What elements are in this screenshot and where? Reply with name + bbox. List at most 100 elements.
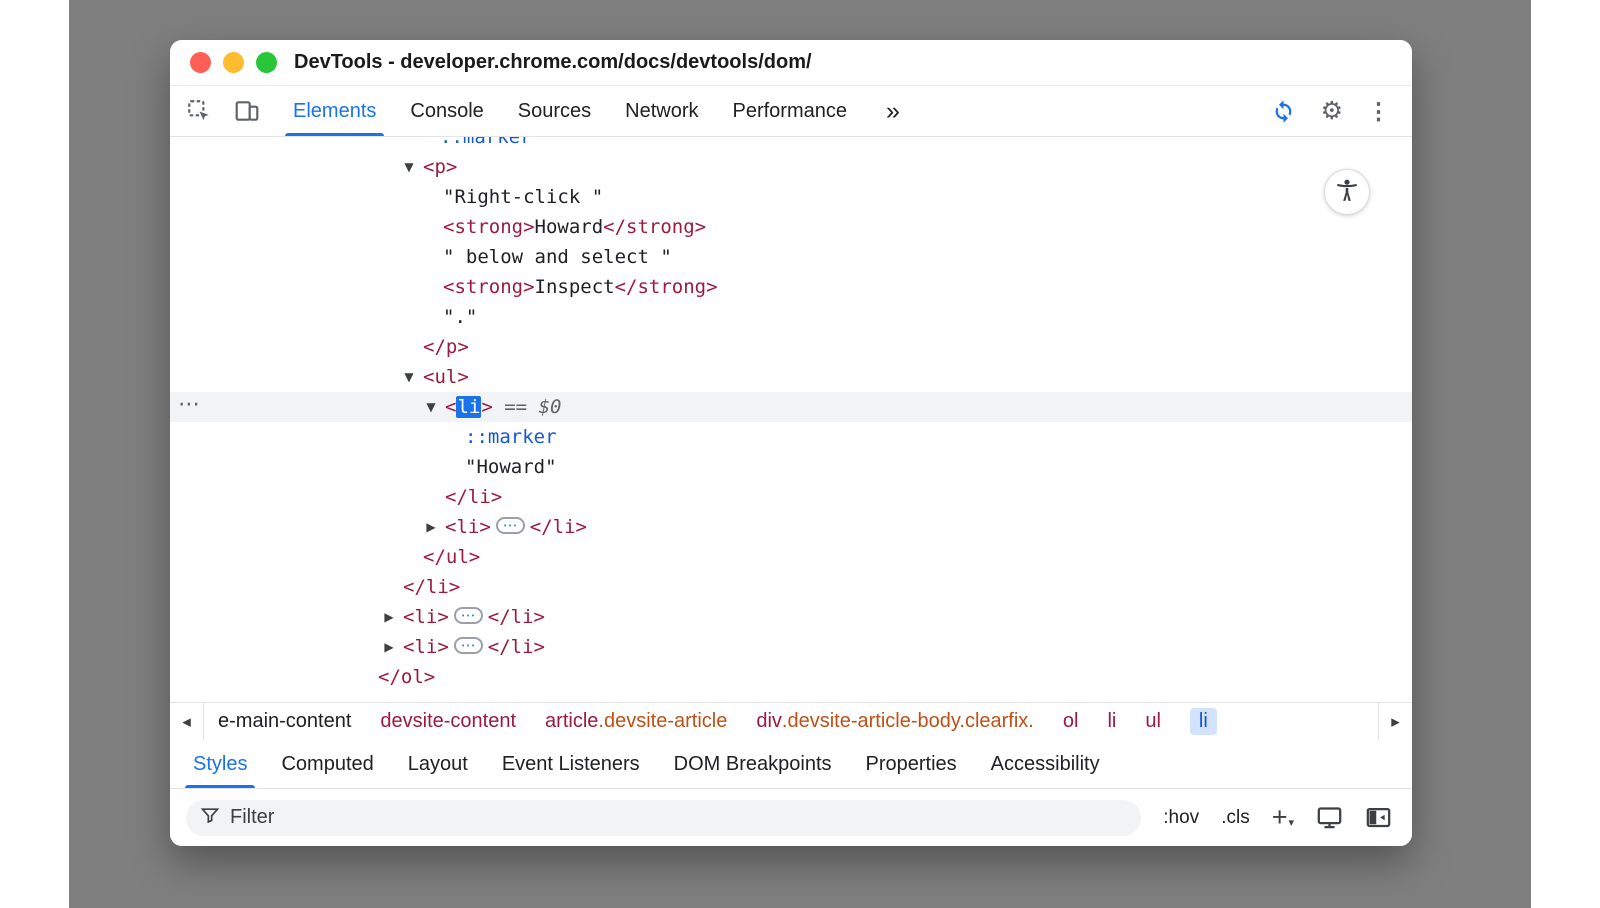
window-titlebar: DevTools - developer.chrome.com/docs/dev… xyxy=(170,40,1412,86)
dom-segment-string: " below and select " xyxy=(443,246,672,268)
breadcrumb-part: e-main-content xyxy=(218,710,351,733)
close-button[interactable] xyxy=(190,52,211,73)
styles-filter-bar: :hov .cls +▾ xyxy=(170,789,1412,846)
breadcrumb-part: ul xyxy=(1145,710,1161,733)
dom-segment-marker: ::marker xyxy=(440,137,532,148)
zoom-button[interactable] xyxy=(256,52,277,73)
device-toolbar-icon[interactable] xyxy=(234,98,260,124)
more-tabs-button[interactable]: » xyxy=(870,86,916,136)
breadcrumb-item[interactable]: article.devsite-article xyxy=(545,710,727,733)
node-options-ellipsis-icon[interactable]: ⋯ xyxy=(178,390,200,420)
dom-segment-tag: </li> xyxy=(488,606,545,628)
breadcrumb-item[interactable]: devsite-content xyxy=(380,710,516,733)
dom-tree-line[interactable]: ⋯▼<li> == $0 xyxy=(170,392,1412,422)
breadcrumb-part: ol xyxy=(1063,710,1079,733)
element-classes-button[interactable]: .cls xyxy=(1221,807,1250,829)
tab-properties[interactable]: Properties xyxy=(849,740,974,788)
dom-segment-string: "." xyxy=(443,306,477,328)
breadcrumb-item[interactable]: div.devsite-article-body.clearfix. xyxy=(756,710,1034,733)
dom-segment-dollar: $0 xyxy=(539,396,562,418)
dom-tree-line[interactable]: " below and select " xyxy=(170,242,1412,272)
minimize-button[interactable] xyxy=(223,52,244,73)
dom-segment-tag: </strong> xyxy=(603,216,706,238)
tab-network[interactable]: Network xyxy=(608,86,715,136)
breadcrumb-part: .devsite-article xyxy=(598,710,727,733)
tree-collapsed-arrow-icon[interactable]: ▶ xyxy=(379,632,399,662)
dom-tree-line[interactable]: "." xyxy=(170,302,1412,332)
breadcrumb-scroll-left-icon[interactable]: ◂ xyxy=(170,703,204,740)
filter-input[interactable] xyxy=(230,806,1127,829)
filter-funnel-icon xyxy=(200,805,220,830)
breadcrumb-item[interactable]: ol xyxy=(1063,710,1079,733)
breadcrumb-part: div xyxy=(756,710,782,733)
breadcrumb-item[interactable]: li xyxy=(1190,708,1217,735)
dom-tree-line[interactable]: "Howard" xyxy=(170,452,1412,482)
dom-tree-line[interactable]: "Right-click " xyxy=(170,182,1412,212)
tree-expanded-arrow-icon[interactable]: ▼ xyxy=(421,392,441,422)
devtools-toolbar: ElementsConsoleSourcesNetworkPerformance… xyxy=(170,86,1412,137)
tab-styles[interactable]: Styles xyxy=(176,740,264,788)
dom-segment-tag: </li> xyxy=(488,636,545,658)
dom-segment-seltag: li xyxy=(456,396,481,418)
tab-layout[interactable]: Layout xyxy=(391,740,485,788)
dropdown-caret-icon: ▾ xyxy=(1288,818,1294,829)
sync-blue-icon[interactable] xyxy=(1270,98,1297,125)
dom-tree-line[interactable]: ▶<li>⋯</li> xyxy=(170,602,1412,632)
dom-tree-line[interactable]: ▼<p> xyxy=(170,152,1412,182)
dom-segment-equals: == xyxy=(493,396,539,418)
tab-performance[interactable]: Performance xyxy=(716,86,865,136)
tree-expanded-arrow-icon[interactable]: ▼ xyxy=(399,362,419,392)
tab-event-listeners[interactable]: Event Listeners xyxy=(485,740,657,788)
breadcrumb-part: .devsite-article-body.clearfix. xyxy=(782,710,1034,733)
dom-tree-line[interactable]: ::marker xyxy=(170,422,1412,452)
toggle-sidebar-icon[interactable] xyxy=(1365,804,1392,831)
dom-tree-line[interactable]: </ul> xyxy=(170,542,1412,572)
breadcrumb-scroll-right-icon[interactable]: ▸ xyxy=(1378,703,1412,740)
dom-tree-line[interactable]: </li> xyxy=(170,482,1412,512)
tree-collapsed-arrow-icon[interactable]: ▶ xyxy=(421,512,441,542)
dom-segment-text: Inspect xyxy=(535,276,615,298)
inspect-element-icon[interactable] xyxy=(186,98,212,124)
tab-sources[interactable]: Sources xyxy=(501,86,608,136)
tab-dom-breakpoints[interactable]: DOM Breakpoints xyxy=(657,740,849,788)
breadcrumb-item[interactable]: e-main-content xyxy=(218,710,351,733)
tree-collapsed-arrow-icon[interactable]: ▶ xyxy=(379,602,399,632)
dom-tree-line[interactable]: <strong>Howard</strong> xyxy=(170,212,1412,242)
tab-accessibility[interactable]: Accessibility xyxy=(974,740,1117,788)
tab-elements[interactable]: Elements xyxy=(276,86,393,136)
collapsed-content-ellipsis-icon[interactable]: ⋯ xyxy=(454,607,483,624)
collapsed-content-ellipsis-icon[interactable]: ⋯ xyxy=(496,517,525,534)
breadcrumb-item[interactable]: ul xyxy=(1145,710,1161,733)
tab-console[interactable]: Console xyxy=(393,86,500,136)
panel-tabs: ElementsConsoleSourcesNetworkPerformance xyxy=(276,86,864,136)
dom-segment-string: "Howard" xyxy=(465,456,557,478)
dom-segment-tag: <ul> xyxy=(423,366,469,388)
dom-segment-tag: <strong> xyxy=(443,276,535,298)
toggle-element-state-button[interactable]: :hov xyxy=(1163,807,1199,829)
dom-tree-line[interactable]: </li> xyxy=(170,572,1412,602)
kebab-menu-icon[interactable]: ⋮ xyxy=(1367,100,1390,123)
dom-tree-line[interactable]: ▶<li>⋯</li> xyxy=(170,632,1412,662)
toolbar-right-icons: ⚙ ⋮ xyxy=(1270,86,1412,136)
breadcrumb-part: li xyxy=(1107,710,1116,733)
breadcrumb-item[interactable]: li xyxy=(1107,710,1116,733)
new-style-rule-button[interactable]: +▾ xyxy=(1272,804,1294,831)
collapsed-content-ellipsis-icon[interactable]: ⋯ xyxy=(454,637,483,654)
tree-expanded-arrow-icon[interactable]: ▼ xyxy=(399,152,419,182)
dom-segment-tag: > xyxy=(481,396,492,418)
plus-icon: + xyxy=(1272,804,1288,831)
dom-tree-line[interactable]: <strong>Inspect</strong> xyxy=(170,272,1412,302)
dom-tree-line[interactable]: </p> xyxy=(170,332,1412,362)
breadcrumb-items: e-main-content devsite-content article.dev… xyxy=(204,703,1378,740)
settings-gear-icon[interactable]: ⚙ xyxy=(1321,99,1343,124)
dom-segment-tag: <p> xyxy=(423,156,457,178)
dom-segment-text: Howard xyxy=(535,216,604,238)
dom-tree-line[interactable]: ▶<li>⋯</li> xyxy=(170,512,1412,542)
dom-tree-line[interactable]: ▼<ul> xyxy=(170,362,1412,392)
styles-tabs: StylesComputedLayoutEvent ListenersDOM B… xyxy=(170,740,1412,789)
breadcrumb: ◂ e-main-content devsite-content article.d… xyxy=(170,702,1412,740)
dom-tree-line[interactable]: </ol> xyxy=(170,662,1412,692)
tab-computed[interactable]: Computed xyxy=(264,740,390,788)
rendering-emulations-icon[interactable] xyxy=(1316,804,1343,831)
dom-tree-line[interactable]: ::marker xyxy=(170,137,1412,152)
